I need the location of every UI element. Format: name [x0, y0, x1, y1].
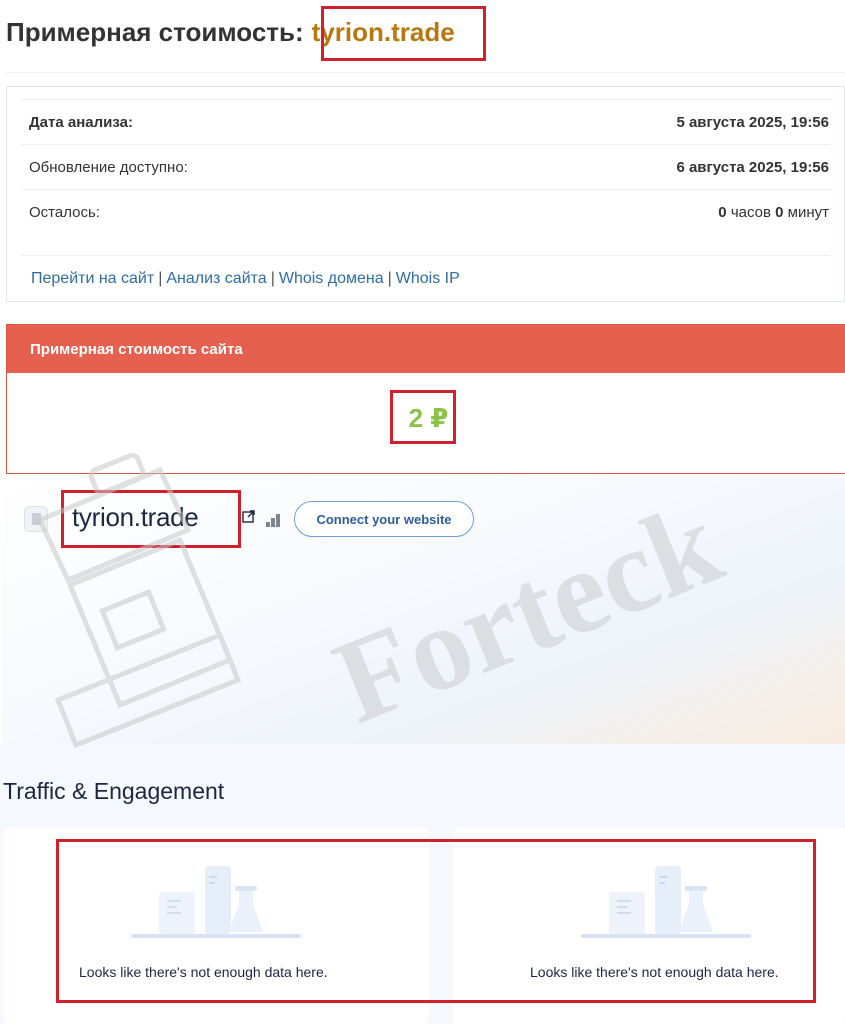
- cost-value: 2 ₽: [408, 403, 449, 433]
- link-site-analysis[interactable]: Анализ сайта: [166, 270, 266, 288]
- info-row-analysis-date: Дата анализа: 5 августа 2025, 19:56: [21, 99, 831, 144]
- external-link-icon[interactable]: [242, 510, 255, 523]
- site-domain-name[interactable]: tyrion.trade: [72, 502, 199, 533]
- info-row-key: Осталось:: [29, 203, 100, 221]
- info-row-update-available: Обновление доступно: 6 августа 2025, 19:…: [21, 144, 831, 189]
- remaining-minutes-unit: минут: [787, 203, 829, 221]
- remaining-hours-unit: часов: [730, 203, 771, 221]
- link-separator: |: [387, 270, 392, 287]
- link-separator: |: [158, 270, 163, 287]
- link-whois-domain[interactable]: Whois домена: [279, 270, 384, 288]
- traffic-empty-card-left: Looks like there's not enough data here.: [3, 828, 429, 1024]
- traffic-empty-card-right: Looks like there's not enough data here.: [453, 828, 845, 1024]
- page-title: Примерная стоимость: tyrion.trade: [6, 12, 455, 52]
- info-row-value: 6 августа 2025, 19:56: [676, 158, 829, 176]
- analysis-info-card: Дата анализа: 5 августа 2025, 19:56 Обно…: [6, 86, 845, 302]
- connect-website-button[interactable]: Connect your website: [294, 501, 474, 537]
- info-row-value: 0 часов 0 минут: [718, 204, 829, 221]
- estimated-cost-card: Примерная стоимость сайта 2 ₽: [6, 324, 845, 474]
- rank-signal-icon: [266, 511, 284, 527]
- site-links-row: Перейти на сайт | Анализ сайта | Whois д…: [21, 255, 831, 302]
- info-row-remaining: Осталось: 0 часов 0 минут: [21, 189, 831, 234]
- empty-data-illustration-icon: [131, 866, 301, 938]
- link-go-to-site[interactable]: Перейти на сайт: [31, 270, 154, 288]
- traffic-section-title: Traffic & Engagement: [3, 778, 225, 804]
- info-row-value: 5 августа 2025, 19:56: [676, 113, 829, 131]
- header-divider: [6, 72, 845, 73]
- link-whois-ip[interactable]: Whois IP: [396, 270, 460, 288]
- info-row-key: Обновление доступно:: [29, 158, 188, 176]
- remaining-hours: 0: [718, 203, 727, 221]
- cost-card-title: Примерная стоимость сайта: [7, 325, 845, 373]
- empty-data-message: Looks like there's not enough data here.: [79, 964, 328, 980]
- empty-data-illustration-icon: [581, 866, 751, 938]
- remaining-minutes: 0: [775, 203, 784, 221]
- link-separator: |: [270, 270, 275, 287]
- page-title-label: Примерная стоимость:: [6, 16, 304, 47]
- page-title-domain: tyrion.trade: [311, 16, 455, 47]
- site-favicon-icon: [24, 506, 48, 532]
- empty-data-message: Looks like there's not enough data here.: [530, 964, 779, 980]
- info-row-key: Дата анализа:: [29, 113, 133, 131]
